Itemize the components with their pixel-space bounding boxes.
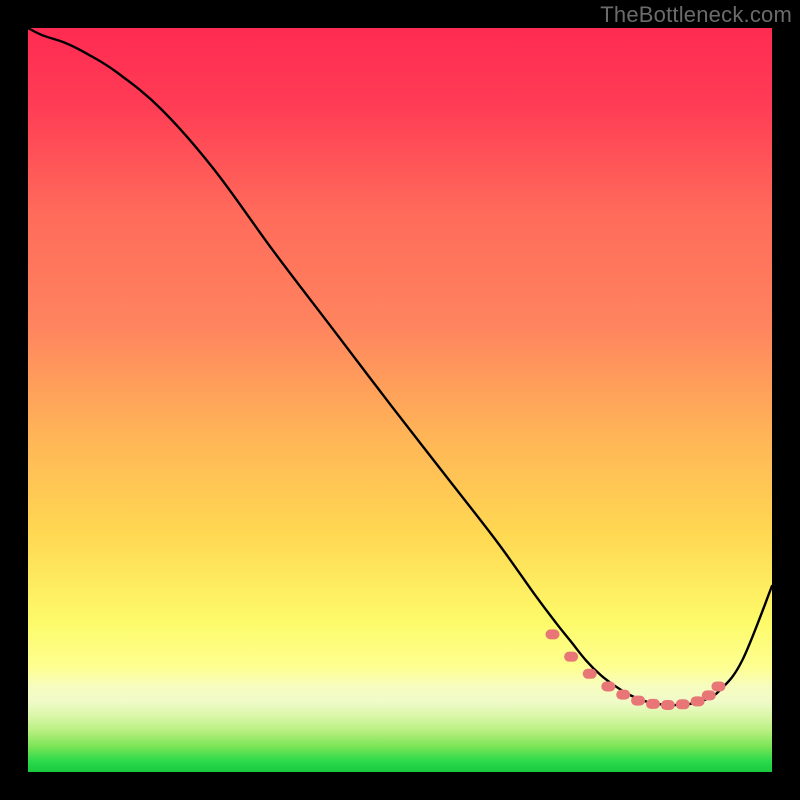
marker-dot bbox=[676, 699, 690, 709]
marker-dot bbox=[702, 690, 716, 700]
marker-dot bbox=[646, 699, 660, 709]
marker-dot bbox=[631, 696, 645, 706]
chart-svg bbox=[28, 28, 772, 772]
chart-frame: TheBottleneck.com bbox=[0, 0, 800, 800]
marker-dot bbox=[711, 681, 725, 691]
marker-dot bbox=[661, 700, 675, 710]
gradient-background bbox=[28, 28, 772, 772]
marker-dot bbox=[546, 629, 560, 639]
marker-dot bbox=[601, 681, 615, 691]
marker-dot bbox=[583, 669, 597, 679]
marker-dot bbox=[564, 652, 578, 662]
watermark-text: TheBottleneck.com bbox=[600, 2, 792, 28]
plot-area bbox=[28, 28, 772, 772]
marker-dot bbox=[616, 690, 630, 700]
